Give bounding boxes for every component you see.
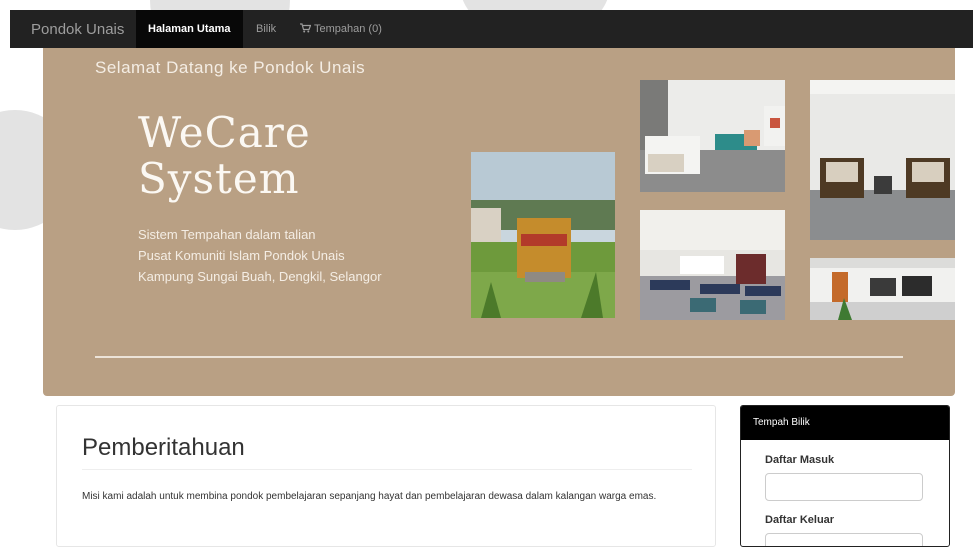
booking-panel: Tempah Bilik Daftar Masuk Daftar Keluar xyxy=(740,405,950,547)
nav-item-tempahan-label: Tempahan (0) xyxy=(314,23,382,35)
hero-title-line1: WeCare xyxy=(138,108,311,157)
hero-banner: Selamat Datang ke Pondok Unais WeCare Sy… xyxy=(43,48,955,396)
nav-item-bilik[interactable]: Bilik xyxy=(256,10,276,48)
photo-classroom xyxy=(640,210,785,320)
photo-bedroom xyxy=(640,80,785,192)
nav-item-halaman-utama[interactable]: Halaman Utama xyxy=(136,10,243,48)
hero-description: Sistem Tempahan dalam talian Pusat Komun… xyxy=(138,224,382,287)
hero-divider xyxy=(95,356,903,358)
hero-title-line2: System xyxy=(138,154,300,203)
welcome-text: Selamat Datang ke Pondok Unais xyxy=(95,58,366,77)
notice-divider xyxy=(82,469,692,470)
brand-link[interactable]: Pondok Unais xyxy=(31,21,124,38)
photo-hallway xyxy=(810,258,955,320)
notice-text: Misi kami adalah untuk membina pondok pe… xyxy=(82,491,657,502)
checkout-input[interactable] xyxy=(765,533,923,546)
top-navbar: Pondok Unais Halaman Utama Bilik Tempaha… xyxy=(10,10,973,48)
booking-header: Tempah Bilik xyxy=(741,406,949,440)
photo-lounge xyxy=(810,80,955,240)
cart-icon xyxy=(300,23,312,33)
hero-desc-line1: Sistem Tempahan dalam talian xyxy=(138,227,316,242)
hero-desc-line2: Pusat Komuniti Islam Pondok Unais xyxy=(138,248,345,263)
nav-item-tempahan[interactable]: Tempahan (0) xyxy=(300,10,382,48)
checkout-label: Daftar Keluar xyxy=(765,514,835,526)
photo-signboard xyxy=(471,152,615,318)
checkin-label: Daftar Masuk xyxy=(765,454,835,466)
hero-title: WeCare System xyxy=(138,110,311,202)
notice-panel: Pemberitahuan Misi kami adalah untuk mem… xyxy=(56,405,716,547)
checkin-input[interactable] xyxy=(765,473,923,501)
hero-desc-line3: Kampung Sungai Buah, Dengkil, Selangor xyxy=(138,269,382,284)
notice-title: Pemberitahuan xyxy=(82,434,245,461)
